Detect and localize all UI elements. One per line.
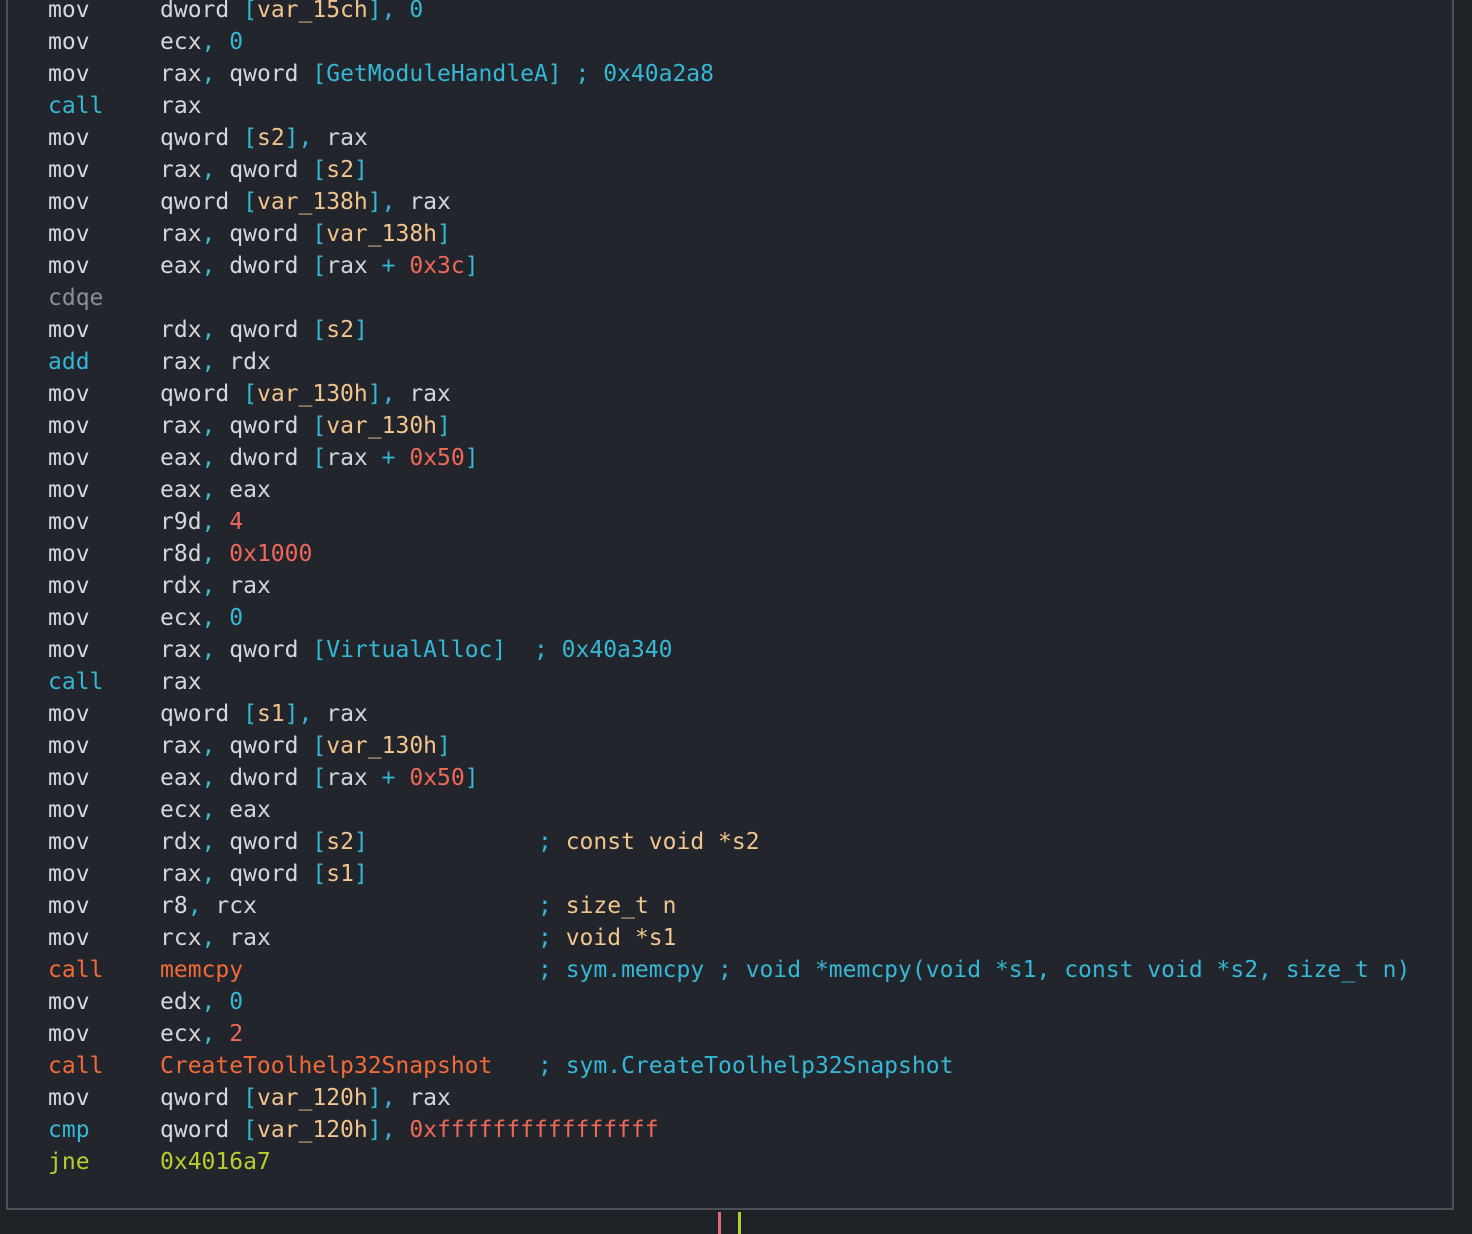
disasm-operands: qword [s1], rax [160,701,368,727]
disasm-comment: ; size_t n [538,893,677,919]
disasm-operands: qword [var_120h], rax [160,1085,451,1111]
disasm-mnemonic: mov [48,797,90,823]
disasm-operands: eax, dword [rax + 0x3c] [160,253,479,279]
disasm-operands: rax, qword [s1] [160,861,368,887]
disasm-mnemonic: mov [48,253,90,279]
disasm-operands: CreateToolhelp32Snapshot [160,1053,493,1079]
disasm-mnemonic: mov [48,893,90,919]
disasm-operands: eax, dword [rax + 0x50] [160,445,479,471]
graph-canvas[interactable]: mov dword [var_15ch], 0 mov ecx, 0 mov rax, q… [0,0,1472,1234]
disasm-comment: ; const void *s2 [538,829,760,855]
disasm-mnemonic: mov [48,829,90,855]
disasm-operands: qword [s2], rax [160,125,368,151]
disasm-mnemonic: mov [48,573,90,599]
disasm-mnemonic: mov [48,765,90,791]
disasm-operands: rax, qword [GetModuleHandleA] ; 0x40a2a8 [160,61,714,87]
disasm-mnemonic: mov [48,61,90,87]
disasm-mnemonic: mov [48,861,90,887]
disasm-operands: dword [var_15ch], 0 [160,0,424,23]
disasm-mnemonic: mov [48,477,90,503]
disasm-operands: rcx, rax [160,925,271,951]
disasm-mnemonic: mov [48,605,90,631]
disasm-operands: rax [160,669,202,695]
disasm-mnemonic: mov [48,1021,90,1047]
disasm-comment: ; void *s1 [538,925,677,951]
disasm-operands: rdx, qword [s2] [160,317,368,343]
disasm-mnemonic: mov [48,1085,90,1111]
disasm-operands: rdx, rax [160,573,271,599]
disasm-mnemonic: mov [48,413,90,439]
disasm-operands: ecx, eax [160,797,271,823]
disasm-operands: rax, qword [VirtualAlloc] ; 0x40a340 [160,637,673,663]
disasm-mnemonic: mov [48,637,90,663]
disasm-mnemonic: mov [48,733,90,759]
disasm-mnemonic: mov [48,189,90,215]
disasm-mnemonic: call [48,93,104,119]
disasm-operands: rax, qword [var_130h] [160,733,451,759]
disasm-operands: r8, rcx [160,893,257,919]
disasm-mnemonic: mov [48,29,90,55]
disasm-operands: eax, eax [160,477,271,503]
disasm-operands: rax, rdx [160,349,271,375]
disasm-operands: ecx, 0 [160,29,244,55]
false-branch-edge [718,1212,721,1234]
disasm-mnemonic: jne [48,1149,90,1175]
disasm-operands: rdx, qword [s2] [160,829,368,855]
disasm-operands: r9d, 4 [160,509,244,535]
disasm-mnemonic: add [48,349,90,375]
disasm-operands: edx, 0 [160,989,244,1015]
disasm-operands: rax, qword [var_130h] [160,413,451,439]
disasm-mnemonic: call [48,957,104,983]
disasm-mnemonic: mov [48,541,90,567]
disasm-comment: ; sym.CreateToolhelp32Snapshot [538,1053,954,1079]
disasm-mnemonic: cmp [48,1117,90,1143]
disasm-comment: ; sym.memcpy ; void *memcpy(void *s1, co… [538,957,1411,983]
disasm-mnemonic: mov [48,445,90,471]
disasm-operands: rax, qword [s2] [160,157,368,183]
disasm-operands: ecx, 2 [160,1021,244,1047]
disasm-mnemonic: mov [48,989,90,1015]
disasm-mnemonic: mov [48,701,90,727]
disasm-mnemonic: mov [48,0,90,23]
disasm-operands: rax, qword [var_138h] [160,221,451,247]
disasm-operands: qword [var_120h], 0xffffffffffffffff [160,1117,659,1143]
disasm-operands: eax, dword [rax + 0x50] [160,765,479,791]
disasm-operands: 0x4016a7 [160,1149,271,1175]
disasm-mnemonic: mov [48,221,90,247]
disasm-mnemonic: mov [48,925,90,951]
disasm-mnemonic: mov [48,125,90,151]
disasm-operands: qword [var_130h], rax [160,381,451,407]
disasm-mnemonic: cdqe [48,285,104,311]
disasm-mnemonic: call [48,669,104,695]
disasm-mnemonic: mov [48,509,90,535]
true-branch-edge [738,1212,741,1234]
disasm-operands: qword [var_138h], rax [160,189,451,215]
disasm-mnemonic: mov [48,317,90,343]
disasm-mnemonic: mov [48,381,90,407]
disasm-operands: memcpy [160,957,244,983]
disasm-mnemonic: mov [48,157,90,183]
disasm-mnemonic: call [48,1053,104,1079]
disasm-operands: r8d, 0x1000 [160,541,313,567]
disasm-operands: ecx, 0 [160,605,244,631]
disasm-operands: rax [160,93,202,119]
